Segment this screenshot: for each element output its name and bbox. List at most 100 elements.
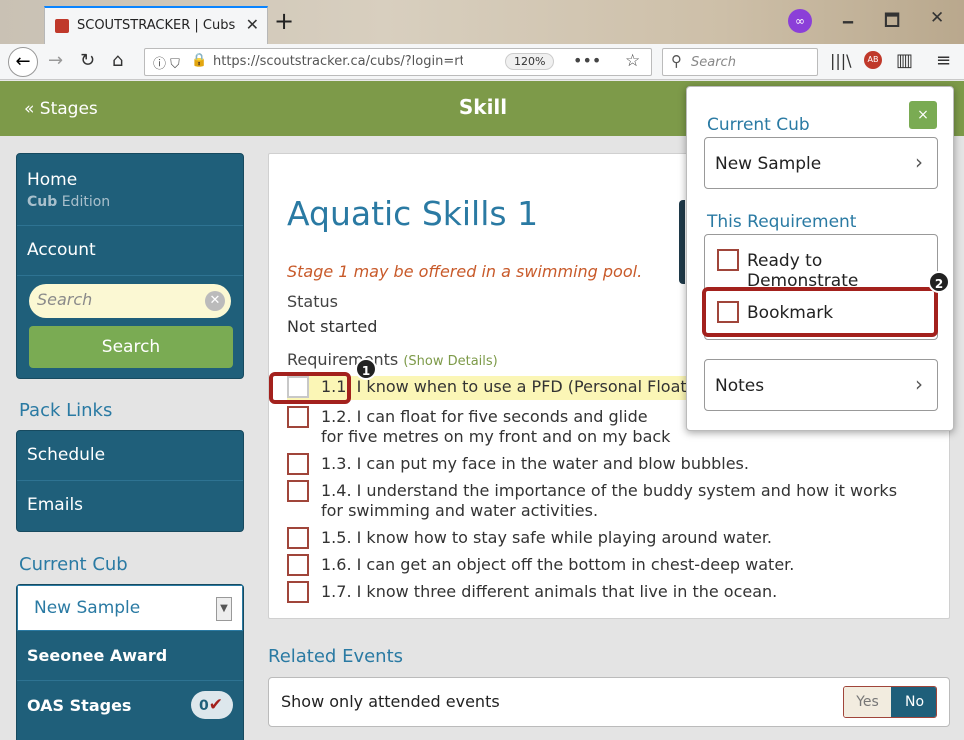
sidebar-main: Home Cub Edition Account Search ✕ Search	[16, 153, 244, 379]
toggle-no[interactable]: No	[891, 687, 936, 717]
reader-icon[interactable]: ▥	[896, 51, 913, 71]
attended-toggle[interactable]: Yes No	[843, 686, 937, 718]
sidebar-item-emails[interactable]: Emails	[17, 481, 243, 531]
search-button[interactable]: Search	[29, 326, 233, 368]
popup-current-cub-value: New Sample	[715, 154, 822, 174]
tab-close-icon[interactable]: ✕	[246, 15, 259, 34]
requirement-checkbox[interactable]	[287, 554, 309, 576]
ready-label[interactable]: Ready to Demonstrate	[747, 251, 937, 291]
edition-bold: Cub	[27, 194, 58, 210]
current-cub-value: New Sample	[34, 598, 141, 618]
ready-checkbox[interactable]	[717, 249, 739, 271]
related-events-filter: Show only attended events Yes No	[268, 677, 950, 727]
home-label: Home	[27, 170, 78, 190]
sidebar-item-schedule[interactable]: Schedule	[17, 431, 243, 481]
requirement-checkbox[interactable]	[287, 527, 309, 549]
menu-icon[interactable]: ≡	[936, 51, 951, 71]
show-details-link[interactable]: (Show Details)	[403, 354, 497, 369]
req-text: I know how to stay safe while playing ar…	[356, 528, 773, 547]
tab-title: SCOUTSTRACKER | Cubs	[77, 18, 236, 33]
library-icon[interactable]: |||\	[830, 51, 852, 71]
popup-current-cub-button[interactable]: New Sample ›	[704, 137, 938, 189]
req-num: 1.2.	[321, 407, 352, 426]
status-value: Not started	[287, 317, 378, 336]
status-label: Status	[287, 292, 338, 311]
attended-toggle-label: Show only attended events	[281, 692, 500, 711]
browser-search-input[interactable]: ⚲ Search	[662, 48, 818, 76]
notes-label: Notes	[715, 376, 765, 396]
page-content: « Stages Skill Home Cub Edition Account …	[0, 81, 964, 740]
req-text: I can float for five seconds and glide f…	[321, 407, 671, 446]
sidebar-search-placeholder: Search	[37, 290, 93, 309]
req-num: 1.3.	[321, 454, 352, 473]
sidebar-item-seeonee[interactable]: Seeonee Award	[17, 631, 243, 681]
callout-2: 2	[928, 271, 950, 293]
page-title: Skill	[458, 95, 508, 119]
skill-title: Aquatic Skills 1	[287, 194, 539, 233]
search-icon: ⚲	[671, 52, 682, 70]
sidebar-item-account[interactable]: Account	[17, 226, 243, 276]
oas-count: 0	[199, 698, 209, 714]
zoom-level[interactable]: 120%	[505, 53, 555, 70]
check-icon: ✔	[208, 695, 223, 715]
highlight-box-1	[269, 372, 351, 404]
new-tab-button[interactable]: +	[274, 8, 294, 34]
url-bar[interactable]: ⓘ ⛉ 🔒 https://scoutstracker.ca/cubs/?log…	[144, 48, 652, 76]
req-num: 1.4.	[321, 481, 352, 500]
chevron-right-icon: ›	[915, 150, 923, 174]
clear-search-icon[interactable]: ✕	[205, 291, 225, 311]
sidebar-search-input[interactable]: Search ✕	[29, 284, 231, 318]
notes-button[interactable]: Notes ›	[704, 359, 938, 411]
maximize-button[interactable]: 🗖	[884, 8, 900, 37]
highlight-box-2	[702, 287, 938, 337]
sidebar-item-oas[interactable]: OAS Stages 0✔	[17, 681, 243, 731]
oas-badge: 0✔	[191, 691, 233, 719]
close-popup-button[interactable]: ×	[909, 101, 937, 129]
close-window-button[interactable]: ✕	[930, 8, 944, 28]
requirements-label: Requirements	[287, 350, 399, 369]
info-icon[interactable]: ⓘ ⛉	[153, 53, 180, 72]
stages-back-link[interactable]: « Stages	[24, 99, 98, 119]
req-text: I can put my face in the water and blow …	[356, 454, 749, 473]
browser-search-placeholder: Search	[691, 55, 736, 70]
reload-button[interactable]: ↻	[80, 51, 95, 71]
bookmark-star-icon[interactable]: ☆	[625, 51, 640, 71]
sidebar-pack-links: Schedule Emails	[16, 430, 244, 532]
current-cub-heading: Current Cub	[19, 554, 128, 575]
url-text[interactable]: https://scoutstracker.ca/cubs/?login=rt2…	[213, 54, 463, 69]
minimize-button[interactable]: 🗕	[842, 8, 854, 37]
requirement-popup: × Current Cub New Sample › This Requirem…	[686, 86, 954, 431]
adblock-icon[interactable]: AB	[864, 51, 882, 69]
back-button[interactable]: ←	[8, 47, 38, 77]
sidebar-current-cub: New Sample ▼ Seeonee Award OAS Stages 0✔	[16, 584, 244, 740]
req-num: 1.7.	[321, 582, 352, 601]
toggle-yes[interactable]: Yes	[844, 687, 891, 717]
req-num: 1.5.	[321, 528, 352, 547]
chevron-down-icon[interactable]: ▼	[216, 597, 232, 621]
req-text: I can get an object off the bottom in ch…	[356, 555, 795, 574]
requirement-checkbox[interactable]	[287, 453, 309, 475]
badge-edge	[679, 200, 685, 284]
forward-button[interactable]: →	[48, 51, 63, 71]
edition-label: Edition	[57, 194, 111, 210]
page-actions-icon[interactable]: •••	[573, 51, 601, 70]
requirement-checkbox[interactable]	[287, 581, 309, 603]
browser-tab-bar: SCOUTSTRACKER | Cubs ✕ + ∞ 🗕 🗖 ✕	[0, 0, 964, 44]
lock-icon: 🔒	[191, 53, 208, 68]
req-text: I know three different animals that live…	[356, 582, 778, 601]
requirement-checkbox[interactable]	[287, 480, 309, 502]
sidebar-item-home[interactable]: Home Cub Edition	[17, 154, 243, 226]
chevron-right-icon: ›	[915, 372, 923, 396]
popup-current-cub-heading: Current Cub	[707, 115, 810, 135]
private-mask-icon: ∞	[788, 9, 812, 33]
browser-navbar: ← → ↻ ⌂ ⓘ ⛉ 🔒 https://scoutstracker.ca/c…	[0, 44, 964, 80]
req-num: 1.6.	[321, 555, 352, 574]
pack-links-heading: Pack Links	[19, 400, 113, 421]
browser-tab[interactable]: SCOUTSTRACKER | Cubs ✕	[44, 6, 268, 44]
related-events-heading: Related Events	[268, 646, 404, 667]
oas-label: OAS Stages	[27, 696, 132, 715]
requirement-checkbox[interactable]	[287, 406, 309, 428]
stage-note: Stage 1 may be offered in a swimming poo…	[287, 262, 643, 281]
current-cub-select[interactable]: New Sample ▼	[17, 585, 243, 631]
home-icon[interactable]: ⌂	[112, 51, 123, 71]
